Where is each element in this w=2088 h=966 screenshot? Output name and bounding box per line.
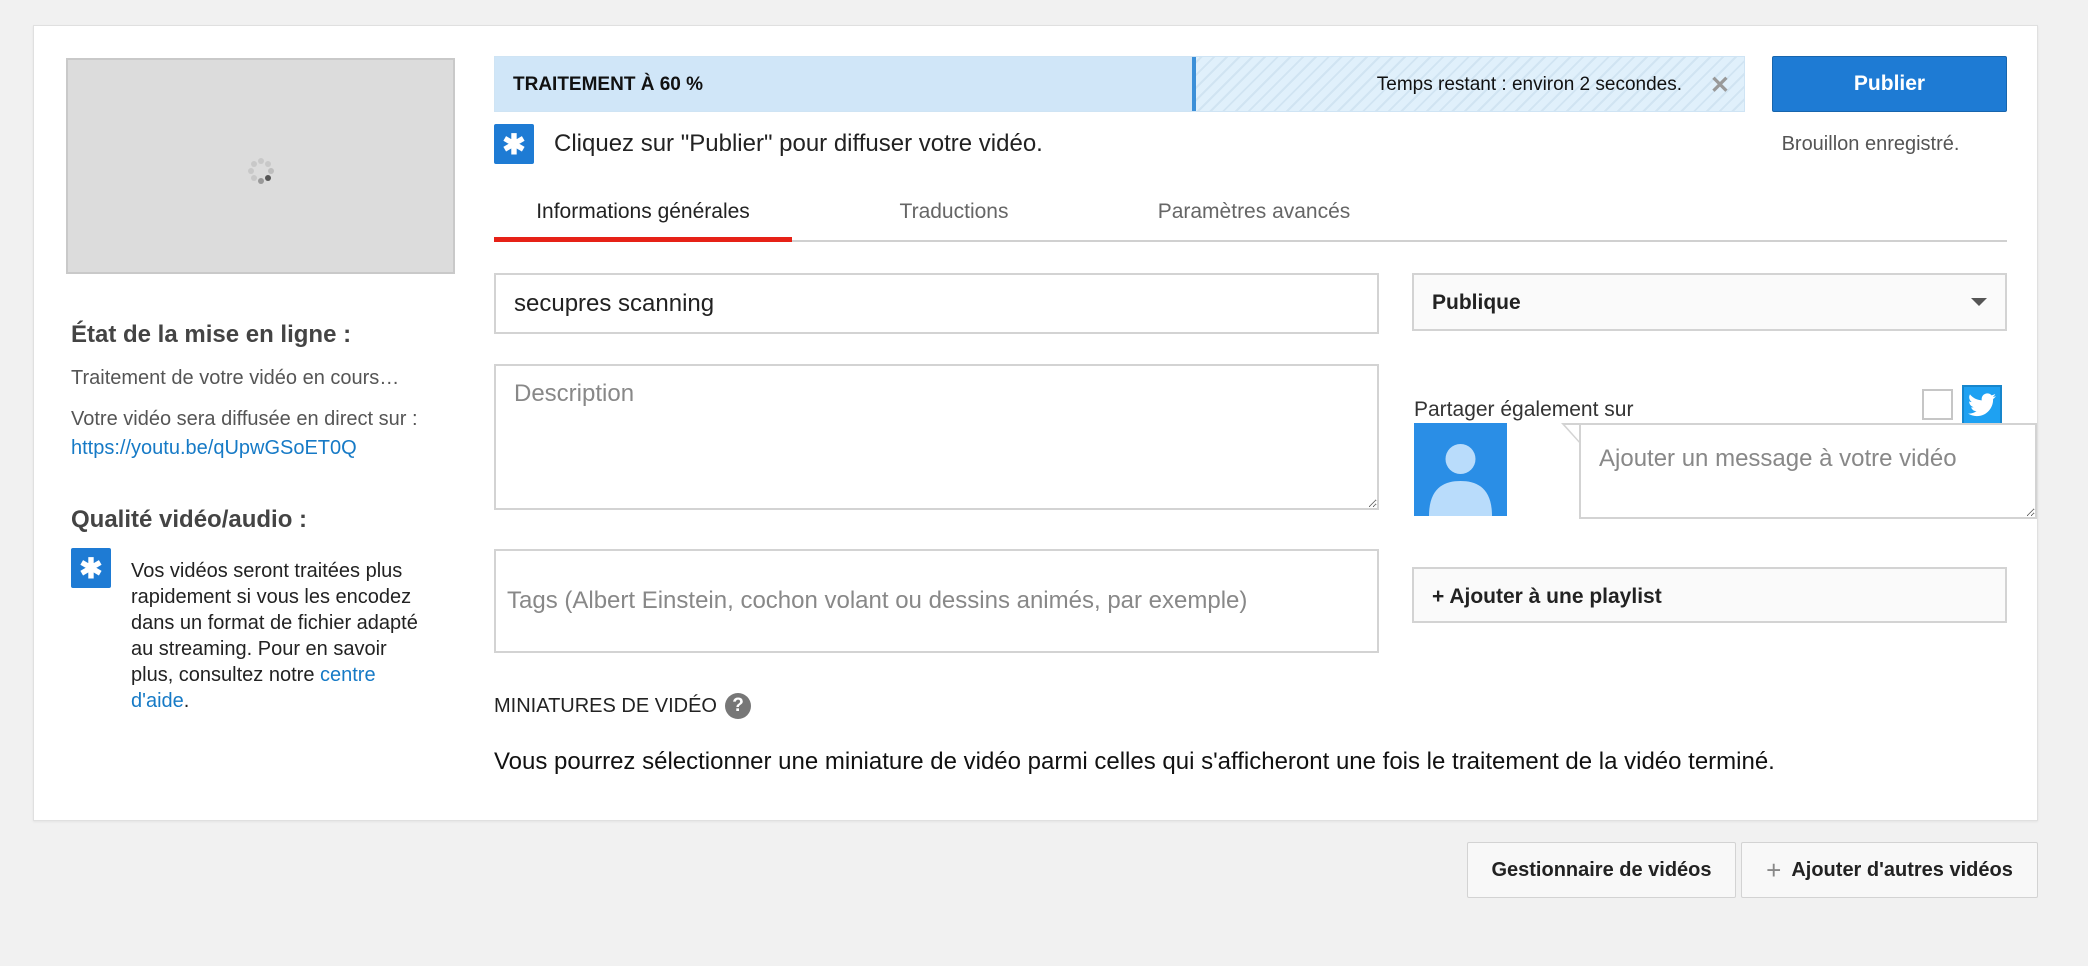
processing-text: Traitement de votre vidéo en cours… (71, 367, 400, 389)
live-text-block: Votre vidéo sera diffusée en direct sur … (71, 405, 451, 463)
publish-button[interactable]: Publier (1772, 56, 2007, 112)
loading-spinner-icon (248, 158, 274, 184)
chevron-down-icon (1971, 298, 1987, 306)
quality-heading: Qualité vidéo/audio : (71, 506, 308, 533)
video-manager-button[interactable]: Gestionnaire de vidéos (1467, 842, 1736, 898)
privacy-value: Publique (1432, 291, 1521, 314)
thumbnails-heading: MINIATURES DE VIDÉO (494, 694, 717, 717)
tab-general-info[interactable]: Informations générales (494, 192, 792, 242)
video-link[interactable]: https://youtu.be/qUpwGSoET0Q (71, 437, 357, 459)
tags-input[interactable] (494, 549, 1379, 653)
processing-progress-bar: TRAITEMENT À 60 % Temps restant : enviro… (494, 56, 1745, 112)
share-label: Partager également sur (1414, 398, 1634, 421)
live-text: Votre vidéo sera diffusée en direct sur … (71, 408, 418, 430)
hint-text: Cliquez sur "Publier" pour diffuser votr… (554, 130, 1043, 157)
add-to-playlist-button[interactable]: + Ajouter à une playlist (1412, 567, 2007, 623)
draft-status: Brouillon enregistré. (1781, 133, 1960, 155)
close-icon[interactable]: ✕ (1710, 71, 1730, 100)
add-more-videos-label: Ajouter d'autres vidéos (1791, 858, 2013, 881)
share-twitter-checkbox[interactable] (1922, 389, 1953, 420)
plus-icon: + (1766, 854, 1782, 885)
progress-label: TRAITEMENT À 60 % (513, 74, 704, 95)
tab-advanced-settings[interactable]: Paramètres avancés (1109, 192, 1399, 242)
avatar (1414, 423, 1507, 516)
upload-card: État de la mise en ligne : Traitement de… (33, 25, 2038, 821)
thumbnails-text: Vous pourrez sélectionner une miniature … (494, 748, 1775, 775)
video-thumbnail-placeholder (66, 58, 455, 274)
star-icon: ✱ (494, 124, 534, 164)
twitter-icon[interactable] (1962, 385, 2002, 425)
tab-bar: Informations générales Traductions Param… (494, 192, 2007, 242)
quality-suffix: . (183, 690, 190, 712)
star-badge-icon: ✱ (71, 548, 111, 588)
default-user-icon (1429, 444, 1492, 516)
help-icon[interactable]: ? (725, 693, 751, 719)
share-message-input[interactable] (1579, 423, 2037, 519)
quality-text-block: Vos vidéos seront traitées plus rapideme… (131, 558, 426, 714)
title-input[interactable] (494, 273, 1379, 334)
tab-translations[interactable]: Traductions (834, 192, 1074, 242)
description-input[interactable] (494, 364, 1379, 510)
time-remaining: Temps restant : environ 2 secondes. (1376, 74, 1682, 95)
thumbnails-heading-row: MINIATURES DE VIDÉO ? (494, 693, 751, 719)
twitter-bird-icon (1968, 393, 1996, 417)
publish-hint: ✱ Cliquez sur "Publier" pour diffuser vo… (494, 124, 1043, 164)
privacy-select[interactable]: Publique (1412, 273, 2007, 331)
upload-status-heading: État de la mise en ligne : (71, 321, 352, 348)
add-more-videos-button[interactable]: + Ajouter d'autres vidéos (1741, 842, 2038, 898)
